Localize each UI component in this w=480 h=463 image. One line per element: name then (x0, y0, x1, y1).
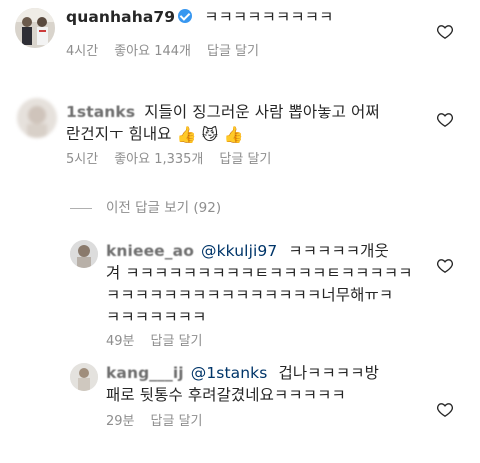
comment-body: 1stanks 지들이 징그러운 사람 뽑아놓고 어쩌 (66, 101, 380, 123)
likes-count[interactable]: 좋아요 1,335개 (114, 152, 203, 167)
reply-button[interactable]: 답글 달기 (151, 334, 203, 349)
heart-outline-icon (437, 25, 453, 39)
reply-text-line4: ㅋㅋㅋㅋㅋㅋㅋ (106, 308, 207, 326)
timestamp[interactable]: 5시간 (66, 152, 98, 167)
comment-meta: 4시간 좋아요 144개 답글 달기 (66, 40, 275, 59)
comment-body-line2: 란건지ㅜ 힘내요 👍 😼 👍 (66, 123, 244, 145)
mention-link[interactable]: @kkulji97 (201, 242, 277, 260)
comment-text-line1: 지들이 징그러운 사람 뽑아놓고 어쩌 (144, 103, 380, 121)
avatar-photo (17, 98, 57, 138)
avatar[interactable] (17, 98, 57, 138)
avatar[interactable] (15, 8, 55, 48)
comment-text: ㅋㅋㅋㅋㅋㅋㅋㅋㅋ (204, 8, 334, 26)
reply-meta: 49분 답글 달기 (106, 330, 219, 349)
avatar-photo (15, 8, 55, 48)
timestamp[interactable]: 29분 (106, 414, 135, 429)
avatar[interactable] (70, 240, 98, 268)
likes-count[interactable]: 좋아요 144개 (114, 44, 191, 59)
reply-text-line1: ㅋㅋㅋㅋㅋ개웃 (288, 242, 389, 260)
username[interactable]: knieee_ao (106, 242, 194, 260)
comments-page: quanhaha79 ㅋㅋㅋㅋㅋㅋㅋㅋㅋ 4시간 좋아요 144개 답글 달기 1s… (0, 0, 480, 463)
heart-outline-icon (437, 113, 453, 127)
reply-body: knieee_ao @kkulji97 ㅋㅋㅋㅋㅋ개웃 (106, 240, 389, 262)
heart-outline-icon (437, 403, 453, 417)
heart-outline-icon (437, 259, 453, 273)
timestamp[interactable]: 49분 (106, 334, 135, 349)
like-button[interactable] (437, 402, 453, 418)
cat-face-icon: 😼 (201, 125, 219, 144)
reply-text-line3: ㅋㅋㅋㅋㅋㅋㅋㅋㅋㅋㅋㅋㅋㅋㅋ너무해ㅠㅋ (106, 286, 394, 304)
avatar-photo (70, 240, 98, 268)
comment-text-line2: 란건지ㅜ 힘내요 (66, 125, 172, 143)
mention-link[interactable]: @1stanks (191, 364, 268, 382)
like-button[interactable] (437, 112, 453, 128)
reply-meta: 29분 답글 달기 (106, 410, 219, 429)
thumbs-up-icon: 👍 (223, 125, 244, 144)
comment-body: quanhaha79 ㅋㅋㅋㅋㅋㅋㅋㅋㅋ (66, 6, 333, 28)
avatar-photo (70, 363, 98, 391)
verified-badge-icon (178, 9, 193, 23)
reply-text-line2: 겨 ㅋㅋㅋㅋㅋㅋㅋㅋㅋㅌㅋㅋㅋㅋㅌㅋㅋㅋㅋㅋ (106, 264, 413, 282)
reply-text-line1: 겁나ㅋㅋㅋㅋ방 (278, 364, 379, 382)
reply-text-line2: 패로 뒷통수 후려갈겼네요ㅋㅋㅋㅋㅋ (106, 386, 346, 404)
reply-body: kang___ij @1stanks 겁나ㅋㅋㅋㅋ방 (106, 362, 379, 384)
reply-button[interactable]: 답글 달기 (151, 414, 203, 429)
divider-line (70, 207, 92, 209)
comment-meta: 5시간 좋아요 1,335개 답글 달기 (66, 148, 287, 167)
like-button[interactable] (437, 258, 453, 274)
like-button[interactable] (437, 24, 453, 40)
view-previous-replies-button[interactable]: 이전 답글 보기 (92) (70, 196, 221, 216)
username[interactable]: kang___ij (106, 364, 184, 382)
reply-button[interactable]: 답글 달기 (219, 152, 271, 167)
thumbs-up-icon: 👍 (176, 125, 197, 144)
avatar[interactable] (70, 363, 98, 391)
view-previous-label: 이전 답글 보기 (92) (106, 200, 222, 216)
username[interactable]: quanhaha79 (66, 8, 175, 26)
username[interactable]: 1stanks (66, 103, 135, 121)
reply-button[interactable]: 답글 달기 (207, 44, 259, 59)
timestamp[interactable]: 4시간 (66, 44, 98, 59)
